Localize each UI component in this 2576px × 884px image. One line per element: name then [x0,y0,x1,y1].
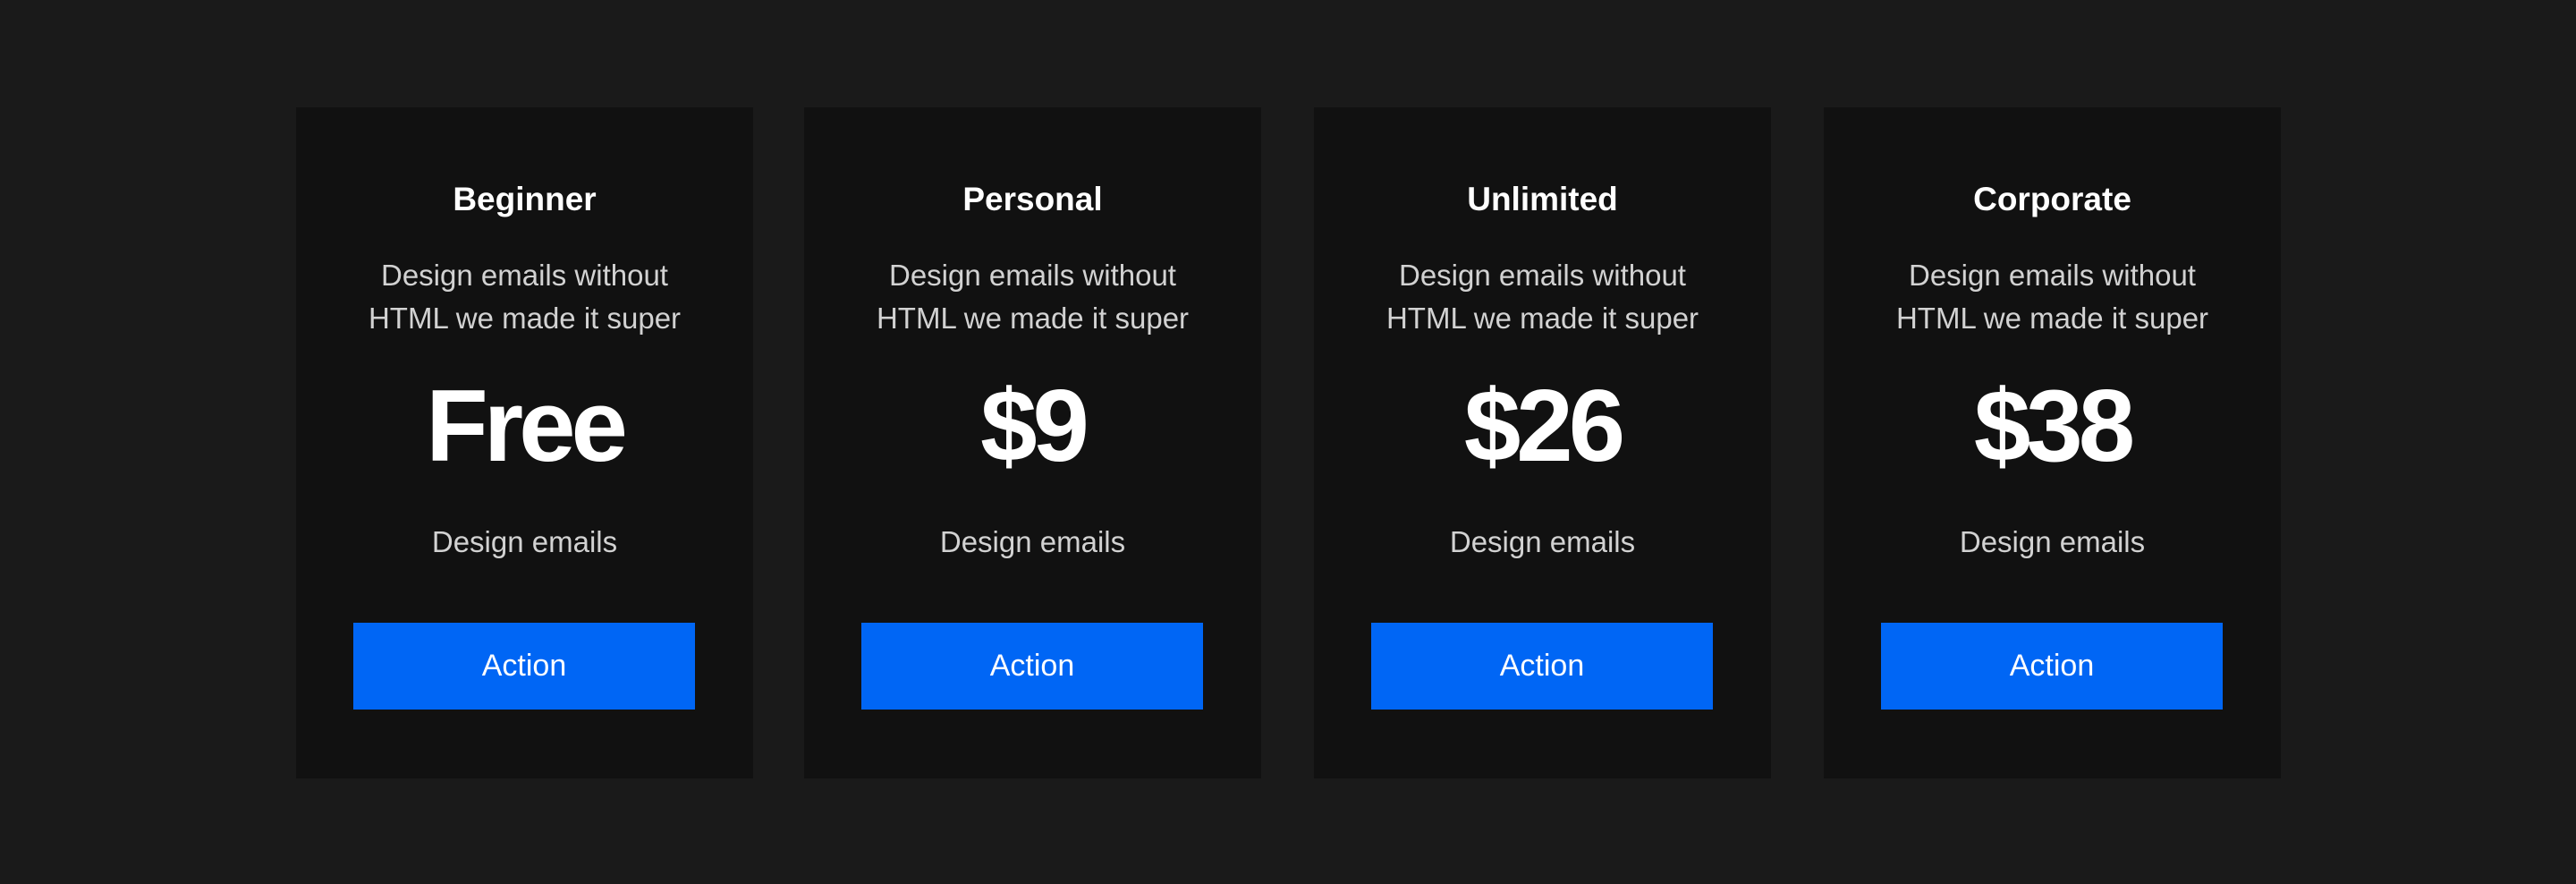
plan-title: Personal [962,181,1103,217]
plan-price: Free [426,370,628,483]
plan-description-line: HTML we made it super [876,302,1190,335]
plan-description-line: HTML we made it super [368,302,682,335]
plan-price: $9 [980,370,1089,483]
plan-price: $38 [1973,370,2135,483]
plan-feature: Design emails [431,525,618,558]
plan-feature: Design emails [939,525,1126,558]
plan-description: Design emails without HTML we made it su… [332,254,717,340]
plan-description-line: HTML we made it super [1895,302,2209,335]
pricing-card-corporate: Corporate Design emails without HTML we … [1824,107,2281,778]
plan-description: Design emails without HTML we made it su… [1860,254,2245,340]
plan-title: Corporate [1973,181,2131,217]
pricing-card-personal: Personal Design emails without HTML we m… [804,107,1261,778]
action-button[interactable]: Action [1881,623,2223,710]
plan-description: Design emails without HTML we made it su… [1350,254,1735,340]
plan-title: Unlimited [1467,181,1618,217]
plan-price: $26 [1463,370,1625,483]
action-button[interactable]: Action [353,623,695,710]
pricing-card-beginner: Beginner Design emails without HTML we m… [296,107,753,778]
plan-description-line: Design emails without [1909,259,2196,292]
plan-description-line: Design emails without [381,259,668,292]
plan-description-line: Design emails without [889,259,1176,292]
plan-description-line: HTML we made it super [1385,302,1699,335]
plan-description-line: Design emails without [1399,259,1686,292]
pricing-card-unlimited: Unlimited Design emails without HTML we … [1314,107,1771,778]
plan-description: Design emails without HTML we made it su… [840,254,1225,340]
action-button[interactable]: Action [1371,623,1713,710]
plan-feature: Design emails [1449,525,1636,558]
plan-title: Beginner [453,181,597,217]
plan-feature: Design emails [1959,525,2146,558]
action-button[interactable]: Action [861,623,1203,710]
